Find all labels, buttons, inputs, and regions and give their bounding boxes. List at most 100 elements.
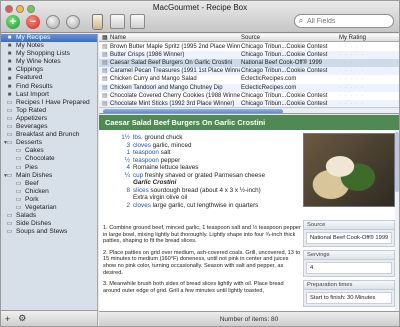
remove-recipe-button[interactable]: − [25, 13, 41, 30]
info-field-value[interactable]: Start to finish: 30 Minutes [306, 292, 392, 304]
scrollbar-thumb[interactable] [395, 132, 399, 192]
folder-button[interactable] [109, 13, 125, 30]
add-collection-button[interactable]: + [5, 314, 10, 324]
recipe-rating-cell: · · · · · [339, 44, 365, 50]
sidebar-item-label: Vegetarian [25, 203, 57, 211]
sidebar-item[interactable]: ▭ Chocolate [1, 155, 97, 163]
ingredient-amount: 1 [126, 149, 130, 156]
sidebar-item[interactable]: ▭ Breakfast and Brunch [1, 131, 97, 139]
status-bar: Number of items: 80 [99, 311, 399, 326]
sidebar-item[interactable]: ▭ Top Rated [1, 107, 97, 115]
ingredient-line: 3 cloves garlic, minced [103, 142, 295, 150]
sidebar-item[interactable]: ▭ Appetizers [1, 115, 97, 123]
sidebar-item-label: Last Import [16, 90, 49, 98]
print-button[interactable] [129, 13, 145, 30]
recipe-name-cell: Caramel Pecan Treasures (1991 1st Place … [110, 68, 240, 75]
sidebar-footer: + ⚙ [1, 310, 98, 326]
recipe-rating-cell: · · · · · [339, 76, 365, 83]
main-window: MacGourmet - Recipe Box + − ⌕ ■ My Recipe… [0, 0, 400, 327]
sidebar-item[interactable]: ■ My Notes [1, 42, 97, 50]
sidebar-item-label: Chocolate [25, 155, 55, 163]
recipe-name-cell: Chocolate Covered Cherry Cookies (1988 W… [110, 92, 240, 99]
scrollbar-thumb[interactable] [103, 109, 283, 113]
add-recipe-button[interactable]: + [5, 13, 21, 30]
magnifier-icon: ■ [7, 83, 12, 90]
recipe-list-header: ▦ Name Source My Rating [99, 34, 399, 42]
sidebar-item[interactable]: ▭ Side Dishes [1, 220, 97, 228]
table-row[interactable]: ▤ Caesar Salad Beef Burgers On Garlic Cro… [99, 59, 399, 68]
sidebar-item[interactable]: ■ Clippings [1, 66, 97, 74]
sidebar-item[interactable]: ▼ ▭ Desserts [1, 139, 97, 147]
edit-button[interactable] [65, 13, 81, 30]
table-row[interactable]: ▤ Chicken Tandoori and Mango Chutney Dip E… [99, 83, 399, 92]
sidebar-item[interactable]: ■ Featured [1, 74, 97, 82]
recipe-source-cell: Chicago Tribun...Cookie Contest [241, 68, 328, 75]
info-field-value[interactable]: National Beef Cook-Off® 1999 [306, 232, 392, 244]
sidebar-item-label: Clippings [16, 66, 44, 74]
sidebar-item[interactable]: ▭ Cakes [1, 147, 97, 155]
recipe-box-button[interactable] [89, 13, 105, 30]
table-row[interactable]: ▤ Chicken Curry and Mango Salad EclecticRe… [99, 75, 399, 83]
disclosure-triangle-icon[interactable]: ▼ [3, 139, 8, 147]
sidebar-item[interactable]: ▭ Pies [1, 164, 97, 172]
sidebar-item[interactable]: ▭ Soups and Stews [1, 228, 97, 236]
ingredient-amount: 3 [126, 141, 130, 149]
ingredient-amount: 8 [126, 186, 130, 194]
direction-step: 3. Meanwhile brush both sides of bread s… [103, 281, 284, 294]
sidebar-item[interactable]: ▭ Salads [1, 212, 97, 220]
recipe-source-cell: Chicago Tribun...Cookie Contest [241, 52, 328, 59]
sidebar: ■ My Recipes ■ My Notes ■ My Shopping Lists ■ M… [1, 34, 98, 310]
column-icon-header[interactable]: ▦ [102, 34, 108, 42]
info-button[interactable] [45, 13, 61, 30]
table-row[interactable]: ▤ Brown Butter Maple Spritz (1995 2nd Pla… [99, 43, 399, 51]
sidebar-item[interactable]: ▭ Vegetarian [1, 204, 97, 212]
sidebar-item-label: Chicken [25, 187, 49, 195]
sidebar-item[interactable]: ▭ Beef [1, 180, 97, 188]
ingredient-amount: 1½ [121, 134, 130, 141]
plus-icon: + [6, 14, 20, 29]
gear-icon[interactable]: ⚙ [18, 313, 26, 324]
search-input[interactable] [307, 17, 389, 25]
info-field-label: Source [304, 221, 394, 230]
table-row[interactable]: ▤ Butter Crisps (1986 Winner) Chicago Trib… [99, 51, 399, 60]
sidebar-item-label: Recipes I Have Prepared [16, 98, 90, 106]
import-icon: ■ [7, 91, 12, 98]
table-row[interactable]: ▤ Caramel Pecan Treasures (1991 1st Place… [99, 67, 399, 76]
sidebar-item[interactable]: ▼ ▭ Main Dishes [1, 172, 97, 180]
sidebar-item[interactable]: ▭ Pork [1, 196, 97, 204]
sidebar-item-label: My Shopping Lists [16, 50, 70, 58]
horizontal-scrollbar[interactable] [99, 107, 399, 113]
table-row[interactable]: ▤ Chocolate Covered Cherry Cookies (1988 … [99, 92, 399, 100]
sidebar-item[interactable]: ▭ Beverages [1, 123, 97, 131]
info-field-label: Servings [304, 251, 394, 260]
recipe-rating-cell: · · · · · [339, 52, 365, 59]
sidebar-item-label: My Notes [16, 42, 44, 50]
sidebar-item[interactable]: ▭ Recipes I Have Prepared [1, 99, 97, 107]
sidebar-item[interactable]: ▭ Chicken [1, 188, 97, 196]
ingredient-unit: slices [133, 186, 149, 194]
sidebar-item[interactable]: ■ Last Import [1, 91, 97, 99]
recipe-photo[interactable] [303, 133, 395, 207]
star-icon: ■ [7, 75, 12, 82]
info-field-value[interactable]: 4 [306, 262, 392, 274]
direction-step: 2. Place patties on grid over medium, as… [103, 249, 301, 276]
sidebar-item[interactable]: ■ My Recipes [1, 34, 97, 43]
column-source-header[interactable]: Source [241, 34, 260, 42]
folder-icon: ▭ [15, 156, 22, 163]
sidebar-item[interactable]: ■ My Wine Notes [1, 58, 97, 66]
disclosure-triangle-icon[interactable]: ▼ [3, 172, 8, 180]
sidebar-item-label: Pork [25, 195, 39, 203]
ingredient-line: 8 slices sourdough bread (about 4 x 3 x ½… [103, 187, 295, 195]
vertical-scrollbar[interactable] [395, 130, 399, 311]
printer-icon [129, 14, 145, 29]
ingredient-unit: teaspoon [133, 156, 159, 164]
sidebar-item[interactable]: ■ My Shopping Lists [1, 50, 97, 58]
recipe-card-icon: ▤ [102, 44, 108, 50]
column-rating-header[interactable]: My Rating [339, 34, 366, 42]
column-name-header[interactable]: Name [110, 34, 126, 42]
ingredient-text: pepper [158, 156, 181, 164]
sidebar-item-label: Salads [16, 212, 37, 220]
recipe-source-cell: Chicago Tribun...Cookie Contest [241, 92, 328, 99]
search-field[interactable]: ⌕ [294, 14, 394, 28]
sidebar-item[interactable]: ■ Find Results [1, 83, 97, 91]
